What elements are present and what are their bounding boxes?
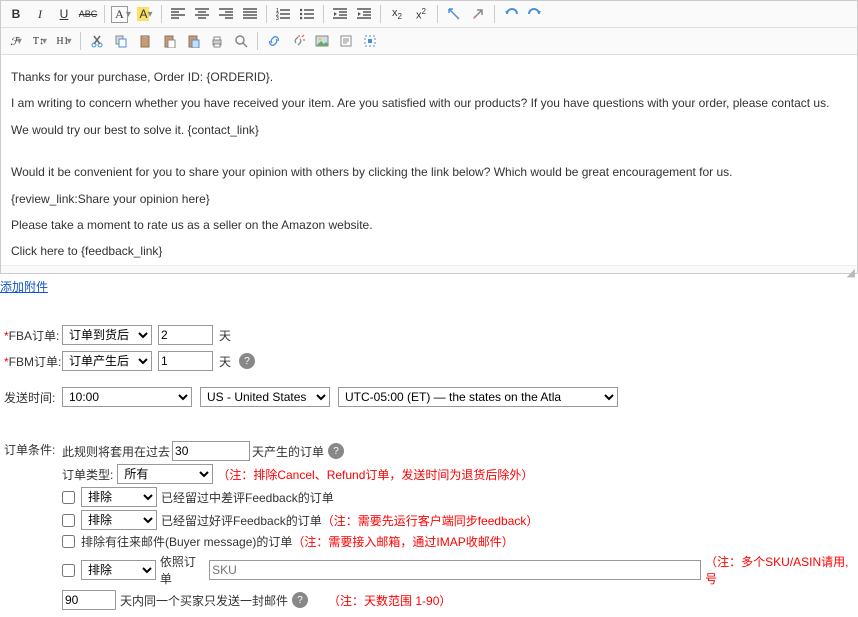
fba-select[interactable]: 订单到货后 bbox=[62, 325, 152, 345]
help-icon[interactable]: ? bbox=[292, 592, 308, 608]
fbm-select[interactable]: 订单产生后 bbox=[62, 351, 152, 371]
rich-text-editor: B I U ABC A▾ A▾ 123 x2 x2 ℱ▾ T↕▾ H1▾ bbox=[0, 0, 858, 274]
bold-button[interactable]: B bbox=[5, 4, 27, 24]
exclude-buyer-msg-checkbox[interactable] bbox=[62, 535, 75, 548]
form-section: FBA订单: 订单到货后 天 FBM订单: 订单产生后 天 ? 发送时间: 10… bbox=[0, 325, 858, 407]
send-time-label: 发送时间: bbox=[4, 389, 62, 406]
order-type-select[interactable]: 所有 bbox=[117, 464, 213, 484]
fba-days-input[interactable] bbox=[158, 325, 213, 345]
preview-button[interactable] bbox=[230, 31, 252, 51]
conditions-label: 订单条件: bbox=[4, 441, 62, 458]
good-note: （注：需要先运行客户端同步feedback） bbox=[322, 512, 539, 529]
country-select[interactable]: US - United States bbox=[200, 387, 330, 407]
rule-suffix: 天产生的订单 bbox=[252, 443, 324, 460]
resize-handle-icon[interactable]: ◢ bbox=[1, 265, 857, 273]
fbm-label: FBM订单: bbox=[4, 353, 62, 370]
font-color-button[interactable]: A▾ bbox=[110, 4, 132, 24]
editor-line: We would try our best to solve it. {cont… bbox=[11, 120, 847, 140]
svg-text:3: 3 bbox=[276, 16, 279, 20]
past-days-input[interactable] bbox=[172, 441, 250, 461]
image-button[interactable] bbox=[311, 31, 333, 51]
line-height-select[interactable]: T↕▾ bbox=[29, 31, 51, 51]
strikethrough-button[interactable]: ABC bbox=[77, 4, 99, 24]
paste-word-button[interactable] bbox=[182, 31, 204, 51]
exclude-sku-checkbox[interactable] bbox=[62, 564, 75, 577]
bg-color-button[interactable]: A▾ bbox=[134, 4, 156, 24]
outdent-button[interactable] bbox=[329, 4, 351, 24]
time-select[interactable]: 10:00 bbox=[62, 387, 192, 407]
exclude-select-3[interactable]: 排除 bbox=[81, 560, 156, 580]
midbad-label: 已经留过中差评Feedback的订单 bbox=[161, 489, 334, 506]
buyer-msg-label: 排除有往来邮件(Buyer message)的订单 bbox=[81, 533, 292, 550]
editor-line: Would it be convenient for you to share … bbox=[11, 162, 847, 182]
print-button[interactable] bbox=[206, 31, 228, 51]
align-center-button[interactable] bbox=[191, 4, 213, 24]
sku-note: （注：多个SKU/ASIN请用,号 bbox=[705, 553, 858, 587]
exclude-select-2[interactable]: 排除 bbox=[81, 510, 157, 530]
exclude-select-1[interactable]: 排除 bbox=[81, 487, 157, 507]
toolbar-row-2: ℱ▾ T↕▾ H1▾ bbox=[1, 28, 857, 55]
conditions-section: 订单条件: 此规则将套用在过去 天产生的订单 ? 订单类型: 所有 （注：排除C… bbox=[0, 441, 858, 613]
indent-button[interactable] bbox=[353, 4, 375, 24]
days-suffix: 天内同一个买家只发送一封邮件 bbox=[120, 592, 288, 609]
link-button[interactable] bbox=[263, 31, 285, 51]
fbm-unit: 天 bbox=[219, 353, 231, 370]
fullscreen-button[interactable] bbox=[359, 31, 381, 51]
template-button[interactable] bbox=[335, 31, 357, 51]
fbm-row: FBM订单: 订单产生后 天 ? bbox=[4, 351, 858, 371]
clear-format-button[interactable] bbox=[467, 4, 489, 24]
fba-label: FBA订单: bbox=[4, 327, 62, 344]
exclude-midbad-checkbox[interactable] bbox=[62, 491, 75, 504]
help-icon[interactable]: ? bbox=[328, 443, 344, 459]
align-left-button[interactable] bbox=[167, 4, 189, 24]
underline-button[interactable]: U bbox=[53, 4, 75, 24]
heading-select[interactable]: H1▾ bbox=[53, 31, 75, 51]
order-type-note: （注：排除Cancel、Refund订单，发送时间为退货后除外） bbox=[217, 466, 533, 483]
unordered-list-button[interactable] bbox=[296, 4, 318, 24]
editor-line: Please take a moment to rate us as a sel… bbox=[11, 215, 847, 235]
send-days-input[interactable] bbox=[62, 590, 116, 610]
fba-unit: 天 bbox=[219, 327, 231, 344]
superscript-button[interactable]: x2 bbox=[410, 4, 432, 24]
editor-line: Click here to {feedback_link} bbox=[11, 241, 847, 261]
align-justify-button[interactable] bbox=[239, 4, 261, 24]
editor-line: I am writing to concern whether you have… bbox=[11, 93, 847, 113]
copy-button[interactable] bbox=[110, 31, 132, 51]
fba-row: FBA订单: 订单到货后 天 bbox=[4, 325, 858, 345]
send-time-row: 发送时间: 10:00 US - United States UTC-05:00… bbox=[4, 387, 858, 407]
help-icon[interactable]: ? bbox=[239, 353, 255, 369]
sku-input[interactable] bbox=[209, 560, 701, 580]
good-label: 已经留过好评Feedback的订单 bbox=[161, 512, 322, 529]
select-all-button[interactable] bbox=[443, 4, 465, 24]
by-order-label: 依照订单 bbox=[160, 553, 207, 587]
add-attachment-link[interactable]: 添加附件 bbox=[0, 280, 48, 294]
days-note: （注：天数范围 1-90） bbox=[328, 592, 451, 609]
buyer-msg-note: （注：需要接入邮箱，通过IMAP收邮件） bbox=[292, 533, 513, 550]
editor-content[interactable]: Thanks for your purchase, Order ID: {ORD… bbox=[1, 55, 857, 265]
font-family-select[interactable]: ℱ▾ bbox=[5, 31, 27, 51]
exclude-good-checkbox[interactable] bbox=[62, 514, 75, 527]
rule-prefix: 此规则将套用在过去 bbox=[62, 443, 170, 460]
undo-button[interactable] bbox=[500, 4, 522, 24]
order-type-label: 订单类型: bbox=[62, 466, 113, 483]
timezone-select[interactable]: UTC-05:00 (ET) — the states on the Atla bbox=[338, 387, 618, 407]
subscript-button[interactable]: x2 bbox=[386, 4, 408, 24]
redo-button[interactable] bbox=[524, 4, 546, 24]
italic-button[interactable]: I bbox=[29, 4, 51, 24]
align-right-button[interactable] bbox=[215, 4, 237, 24]
toolbar-row-1: B I U ABC A▾ A▾ 123 x2 x2 bbox=[1, 1, 857, 28]
editor-line: Thanks for your purchase, Order ID: {ORD… bbox=[11, 67, 847, 87]
cut-button[interactable] bbox=[86, 31, 108, 51]
paste-text-button[interactable] bbox=[158, 31, 180, 51]
editor-line: {review_link:Share your opinion here} bbox=[11, 189, 847, 209]
unlink-button[interactable] bbox=[287, 31, 309, 51]
paste-button[interactable] bbox=[134, 31, 156, 51]
fbm-days-input[interactable] bbox=[158, 351, 213, 371]
ordered-list-button[interactable]: 123 bbox=[272, 4, 294, 24]
